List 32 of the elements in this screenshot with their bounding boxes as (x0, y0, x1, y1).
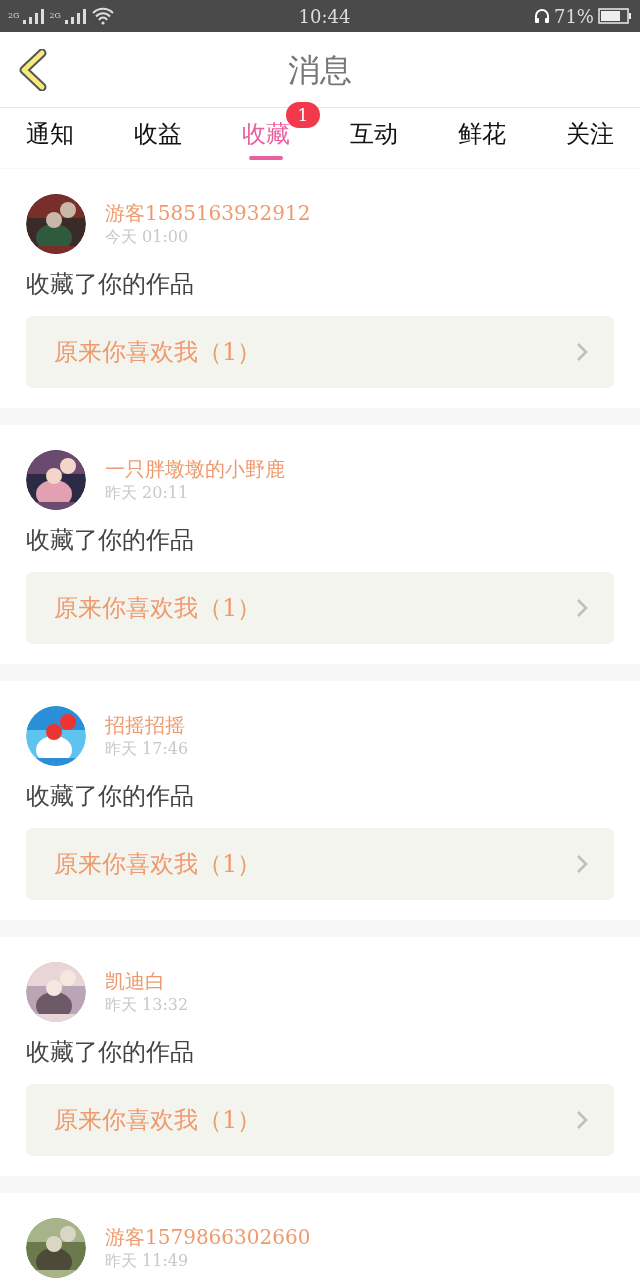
work-link[interactable]: 原来你喜欢我（1） (26, 828, 614, 900)
user-name[interactable]: 游客1585163932912 (105, 200, 311, 226)
work-link[interactable]: 原来你喜欢我（1） (26, 572, 614, 644)
tab[interactable]: 关注 (566, 108, 614, 168)
user-name[interactable]: 招摇招摇 (105, 712, 189, 738)
signal-icon (23, 8, 46, 24)
tab[interactable]: 收益 (134, 108, 182, 168)
network-type: 2G (49, 10, 61, 22)
user-name[interactable]: 一只胖墩墩的小野鹿 (105, 456, 285, 482)
signal-icon (64, 8, 87, 24)
chevron-right-icon (576, 342, 588, 362)
work-link[interactable]: 原来你喜欢我（1） (26, 1084, 614, 1156)
wifi-icon (90, 7, 115, 25)
user-name[interactable]: 游客1579866302660 (105, 1224, 311, 1250)
chevron-right-icon (576, 598, 588, 618)
battery-icon (598, 8, 632, 24)
message-text: 收藏了你的作品 (26, 525, 195, 556)
message-text: 收藏了你的作品 (26, 1037, 195, 1068)
tab[interactable]: 鲜花 (458, 108, 506, 168)
user-name[interactable]: 凯迪白 (105, 968, 189, 994)
battery-percent: 71% (553, 4, 594, 29)
chevron-right-icon (576, 1110, 588, 1130)
chevron-right-icon (576, 854, 588, 874)
message-text: 收藏了你的作品 (26, 269, 195, 300)
tab[interactable]: 互动 (350, 108, 398, 168)
work-link[interactable]: 原来你喜欢我（1） (26, 316, 614, 388)
tab[interactable]: 通知 (26, 108, 74, 168)
clock-time: 10:44 (298, 4, 351, 29)
headphones-icon (533, 8, 550, 24)
network-type: 2G (8, 10, 20, 22)
page-title: 消息 (288, 49, 352, 91)
message-text: 收藏了你的作品 (26, 781, 195, 812)
